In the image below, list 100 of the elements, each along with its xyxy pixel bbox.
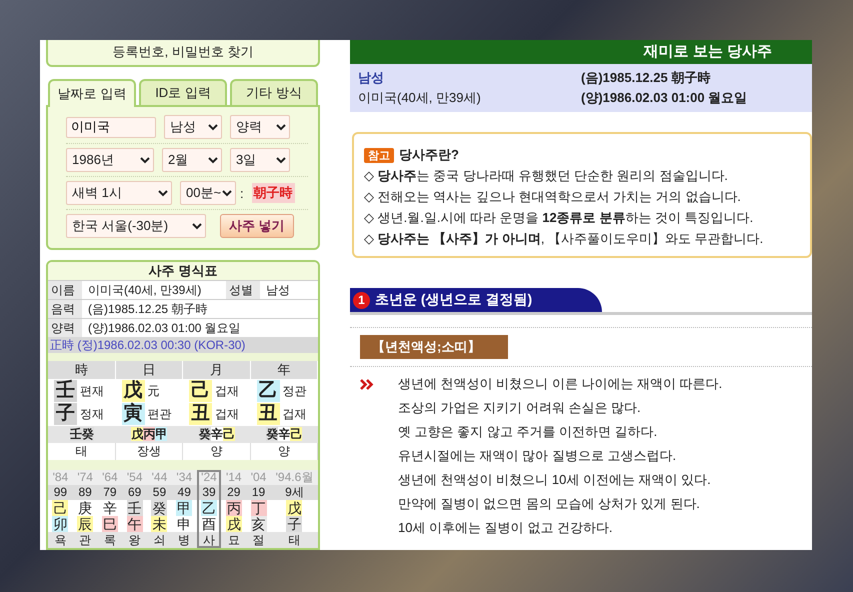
stem-char: 戊 xyxy=(286,500,302,516)
notice-line: ◇ 전해오는 역사는 깊으나 현대역학으로서 가치는 거의 없습니다. xyxy=(364,188,742,206)
hour-name: 朝子時 xyxy=(252,183,295,203)
branch-char: 寅 xyxy=(122,403,144,425)
ten-god-label: 정관 xyxy=(282,382,306,400)
luck-year: '74 xyxy=(72,470,98,485)
hidden-stem: 己 xyxy=(222,427,235,441)
stage-label: 관 xyxy=(72,532,98,548)
name-text: 이미국(40세, 만39세) xyxy=(358,89,482,107)
luck-year: '44 xyxy=(147,470,172,485)
result-title: 재미로 보는 당사주 xyxy=(350,40,812,64)
stem-char: 己 xyxy=(52,500,68,516)
luck-column[interactable]: '44 59 癸 未 쇠 xyxy=(147,470,172,548)
stage-label: 병 xyxy=(172,532,197,548)
luck-column[interactable]: '94.6월 9세 戊 子 태 xyxy=(270,470,318,548)
name-input[interactable]: 이미국 xyxy=(66,116,156,138)
stem-char: 丙 xyxy=(226,500,242,516)
luck-column[interactable]: '64 79 辛 巳 록 xyxy=(98,470,122,548)
luck-age: 49 xyxy=(172,485,197,500)
input-tab[interactable]: ID로 입력 xyxy=(139,79,227,105)
hidden-stem: 甲 xyxy=(155,427,168,441)
notice-line: ◇ 당사주는 【사주】가 아니며, 【사주풀이도우미】와도 무관합니다. xyxy=(364,230,764,248)
section-number: 1 xyxy=(353,292,370,308)
luck-year: '14 xyxy=(221,470,246,485)
minute-select[interactable]: 00분~ xyxy=(180,181,236,205)
fortune-line: 유년시절에는 재액이 많아 질병으로 고생스럽다. xyxy=(398,447,676,465)
luck-age: 39 xyxy=(196,485,222,500)
stem-char: 丁 xyxy=(250,500,267,516)
fortune-line: 생년에 천액성이 비쳤으니 이른 나이에는 재액이 따른다. xyxy=(398,375,722,393)
branch-char: 亥 xyxy=(250,516,267,532)
hidden-stem: 戊 xyxy=(131,427,144,441)
branch-char: 丑 xyxy=(189,403,212,425)
stem-char: 乙 xyxy=(256,380,280,402)
branch-char: 巳 xyxy=(102,516,118,532)
stage-label: 쇠 xyxy=(147,532,172,548)
luck-age: 19 xyxy=(246,485,271,500)
stage-label: 욕 xyxy=(48,532,73,548)
luck-column[interactable]: '54 69 壬 午 왕 xyxy=(122,470,148,548)
luck-column[interactable]: '74 89 庚 辰 관 xyxy=(72,470,98,548)
note-badge: 참고 xyxy=(364,148,394,162)
stage-label: 절 xyxy=(246,532,271,548)
table-title: 사주 명식표 xyxy=(48,262,318,280)
hidden-stem: 辛 xyxy=(210,427,223,441)
year-select[interactable]: 1986년 xyxy=(66,148,154,172)
branch-char: 酉 xyxy=(201,516,217,532)
hidden-stem: 己 xyxy=(290,427,302,441)
section-title: 초년운 (생년으로 결정됨) xyxy=(375,291,532,309)
luck-year: '54 xyxy=(122,470,148,485)
row-label: 음력 xyxy=(48,300,82,318)
fortune-line: 조상의 가업은 지키기 어려워 손실은 많다. xyxy=(398,399,641,417)
notice-line: ◇ 생년.월.일.시에 따라 운명을 12종류로 분류하는 것이 특징입니다. xyxy=(364,209,754,227)
luck-column[interactable]: '84 99 己 卯 욕 xyxy=(48,470,73,548)
luck-column[interactable]: '34 49 甲 申 병 xyxy=(172,470,197,548)
gender-select[interactable]: 남성 xyxy=(164,115,222,139)
luck-age: 79 xyxy=(98,485,122,500)
branch-char: 子 xyxy=(286,516,302,532)
star-label: 【년천액성;소띠】 xyxy=(360,335,508,359)
branch-char: 卯 xyxy=(52,516,68,532)
stage-label: 태 xyxy=(48,443,116,460)
hidden-stem: 癸 xyxy=(198,427,211,441)
notice-title: 당사주란? xyxy=(399,146,459,164)
input-tab[interactable]: 날짜로 입력 xyxy=(48,79,136,107)
month-select[interactable]: 2월 xyxy=(162,148,222,172)
gender-text: 남성 xyxy=(358,69,385,87)
fortune-line: 10세 이후에는 질병이 없고 건강하다. xyxy=(398,519,613,537)
luck-age: 59 xyxy=(147,485,172,500)
solar-date: (양)1986.02.03 01:00 월요일 xyxy=(87,320,242,337)
hour-select[interactable]: 새벽 1시 xyxy=(66,181,172,205)
stage-label: 묘 xyxy=(221,532,246,548)
stage-label: 양 xyxy=(183,443,250,460)
ten-god-label: 편관 xyxy=(148,406,172,422)
input-tab[interactable]: 기타 방식 xyxy=(230,79,318,105)
ten-god-label: 겁재 xyxy=(215,382,239,400)
row-label: 양력 xyxy=(48,319,82,337)
luck-column[interactable]: '04 19 丁 亥 절 xyxy=(246,470,271,548)
fortune-line: 생년에 천액성이 비쳤으니 10세 이전에는 재액이 있다. xyxy=(398,471,711,489)
stage-label: 장생 xyxy=(116,443,183,460)
luck-age: 89 xyxy=(72,485,98,500)
stem-char: 庚 xyxy=(77,500,94,516)
stem-char: 己 xyxy=(189,380,212,402)
luck-column[interactable]: '14 29 丙 戌 묘 xyxy=(221,470,246,548)
fortune-line: 옛 고향은 좋지 않고 주거를 이전하면 길하다. xyxy=(398,423,658,441)
day-select[interactable]: 3일 xyxy=(230,148,290,172)
submit-button[interactable]: 사주 넣기 xyxy=(220,214,294,238)
ten-god-label: 겁재 xyxy=(215,406,239,422)
luck-age: 9세 xyxy=(270,485,318,500)
calendar-select[interactable]: 양력 xyxy=(230,115,290,139)
pillar-header: 月 xyxy=(183,361,250,379)
luck-column[interactable]: '24 39 乙 酉 사 xyxy=(196,470,222,548)
branch-char: 未 xyxy=(151,516,168,532)
hidden-stem: 壬 xyxy=(70,427,82,441)
ten-god-label: 편재 xyxy=(80,382,104,400)
find-account-link[interactable]: 등록번호, 비밀번호 찾기 xyxy=(46,40,320,67)
hidden-stem: 丙 xyxy=(143,427,156,441)
stem-char: 戊 xyxy=(122,380,144,402)
branch-char: 子 xyxy=(54,403,77,425)
true-time: 正時 (정)1986.02.03 00:30 (KOR-30) xyxy=(48,337,318,353)
name-value: 이미국(40세, 만39세) xyxy=(87,282,202,299)
stage-label: 왕 xyxy=(122,532,148,548)
location-select[interactable]: 한국 서울(-30분) xyxy=(66,214,206,238)
